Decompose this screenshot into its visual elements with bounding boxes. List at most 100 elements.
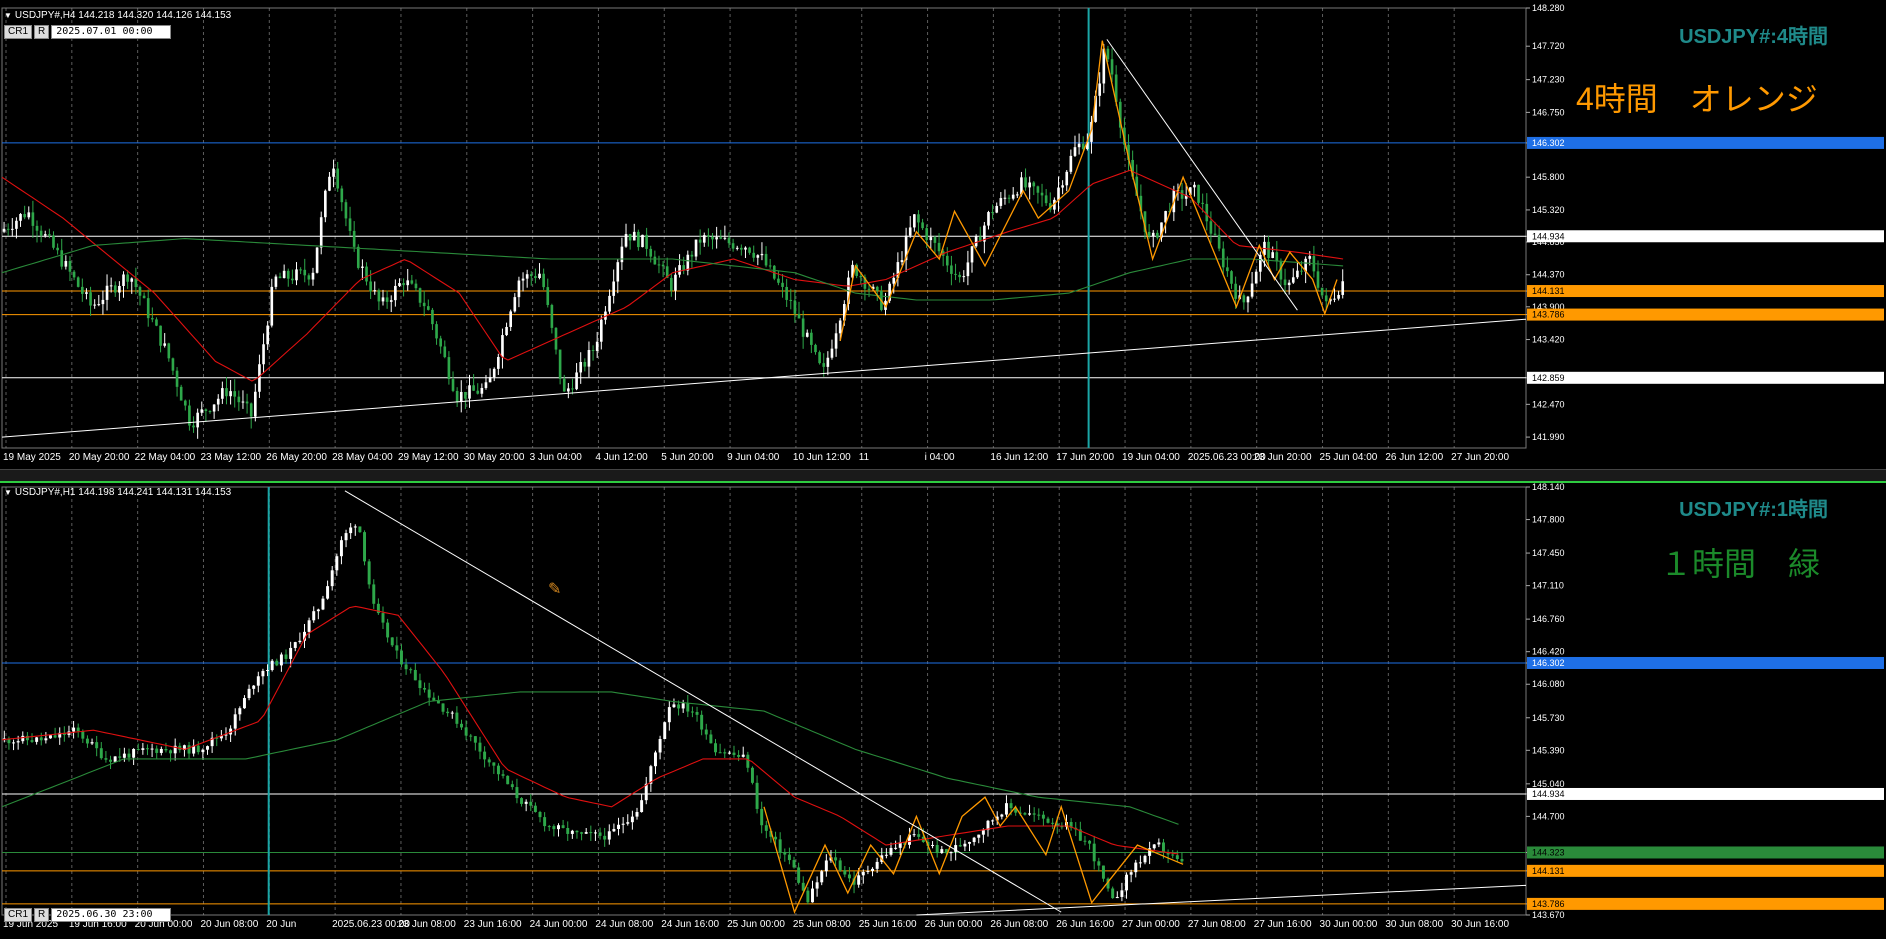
x-tick-label: 17 Jun 20:00 [1056, 452, 1114, 463]
y-tick-label: 147.230 [1532, 75, 1565, 85]
candle-body [307, 620, 311, 632]
candle-body [778, 839, 782, 853]
trendline [344, 490, 1062, 913]
chart-title-h1: USDJPY#:1時間 [1679, 499, 1828, 521]
candle-body [599, 319, 603, 342]
candle-body [90, 742, 94, 744]
candle-body [353, 526, 357, 528]
y-tick-label: 142.470 [1532, 399, 1565, 409]
candle-body [395, 645, 399, 651]
x-tick-label: 25 Jun 04:00 [1320, 452, 1378, 463]
candle-body [402, 283, 405, 286]
zigzag-line [763, 796, 1184, 914]
candle-body [319, 217, 323, 248]
x-tick-label: 26 Jun 16:00 [1056, 919, 1114, 930]
candle-body [806, 890, 810, 903]
candle-body [875, 861, 879, 869]
candle-body [719, 237, 723, 239]
candle-body [200, 409, 204, 413]
candle-body [473, 736, 477, 743]
candle-body [367, 561, 371, 585]
candle-body [418, 680, 422, 689]
candle-body [571, 388, 574, 390]
candle-body [221, 388, 224, 399]
y-tick-label: 145.800 [1532, 172, 1565, 182]
r-button[interactable]: R [34, 25, 50, 39]
candle-body [179, 386, 183, 401]
symbol-label: USDJPY#,H1 [14, 487, 76, 498]
candle-body [1230, 271, 1233, 284]
candle-body [275, 660, 279, 666]
cursor-date-field[interactable]: 2025.06.30 23:00 [51, 908, 172, 922]
price-chart-h4[interactable]: 19 May 2025 20 May 20:00 22 May 04:00 23 Ma… [0, 0, 1886, 469]
candle-body [307, 275, 311, 280]
candle-body [1000, 814, 1004, 817]
x-tick-label: 16 Jun 12:00 [990, 452, 1048, 463]
candle-body [99, 748, 103, 759]
candle-body [709, 734, 713, 744]
collapse-triangle-icon[interactable]: ▼ [4, 11, 12, 20]
x-tick-label: 26 Jun 00:00 [925, 919, 983, 930]
x-tick-label: 10 Jun 12:00 [793, 452, 851, 463]
candle-body [266, 670, 270, 672]
candle-body [741, 754, 745, 757]
cr1-button[interactable]: CR1 [4, 25, 33, 39]
candle-body [958, 274, 961, 278]
candle-body [439, 338, 442, 347]
candle-body [686, 703, 690, 712]
candle-body [249, 403, 253, 417]
candle-body [89, 292, 92, 306]
candle-body [550, 304, 554, 328]
x-tick-label: i 04:00 [925, 452, 955, 463]
candle-body [1324, 295, 1328, 302]
candle-body [31, 212, 35, 226]
candle-body [704, 729, 708, 735]
chart-panel-h4[interactable]: 19 May 2025 20 May 20:00 22 May 04:00 23 Ma… [0, 0, 1886, 469]
candle-body [85, 738, 89, 744]
candle-body [1156, 232, 1159, 238]
candle-body [534, 276, 537, 279]
candle-body [1275, 252, 1279, 262]
price-chart-h1[interactable]: 19 Jun 2025 19 Jun 16:00 20 Jun 00:00 20 Ju… [0, 483, 1886, 939]
candle-body [35, 737, 39, 742]
candle-body [1333, 298, 1336, 300]
candle-body [483, 751, 487, 760]
candle-body [136, 748, 140, 750]
x-tick-label: 27 Jun 20:00 [1451, 452, 1509, 463]
candle-body [155, 748, 159, 753]
candle-body [44, 738, 48, 741]
candle-body [557, 825, 560, 830]
candle-body [1291, 277, 1295, 283]
candle-body [501, 774, 505, 776]
x-tick-label: 24 Jun 00:00 [530, 919, 588, 930]
candle-body [472, 385, 475, 391]
plot-frame [1, 486, 1527, 916]
y-tick-label: 147.110 [1532, 581, 1564, 591]
candle-body [324, 190, 327, 218]
x-tick-label: 19 Jun 04:00 [1122, 452, 1180, 463]
y-tick-label: 144.700 [1532, 811, 1565, 821]
collapse-triangle-icon[interactable]: ▼ [4, 488, 12, 497]
cr1-button[interactable]: CR1 [4, 908, 33, 922]
candle-body [10, 228, 14, 230]
chart-header-h4: ▼ USDJPY#,H4 144.218 144.320 144.126 144.… [4, 10, 231, 21]
cursor-date-field[interactable]: 2025.07.01 00:00 [51, 25, 172, 39]
candle-body [672, 704, 676, 708]
candle-body [413, 669, 417, 681]
candle-body [674, 274, 677, 291]
trendline [1106, 39, 1298, 311]
y-tick-label: 145.320 [1532, 205, 1565, 215]
panel-separator[interactable] [0, 469, 1886, 483]
candle-body [746, 754, 750, 768]
candle-body [925, 228, 929, 241]
x-tick-label: 25 Jun 00:00 [727, 919, 785, 930]
y-tick-label: 145.040 [1532, 779, 1565, 789]
candle-body [455, 390, 459, 402]
candle-body [637, 231, 640, 248]
chart-panel-h1[interactable]: 19 Jun 2025 19 Jun 16:00 20 Jun 00:00 20 Ju… [0, 483, 1886, 939]
candle-body [1341, 281, 1345, 295]
candle-body [814, 344, 817, 353]
candle-body [1271, 252, 1275, 258]
candle-body [64, 261, 68, 267]
r-button[interactable]: R [34, 908, 50, 922]
